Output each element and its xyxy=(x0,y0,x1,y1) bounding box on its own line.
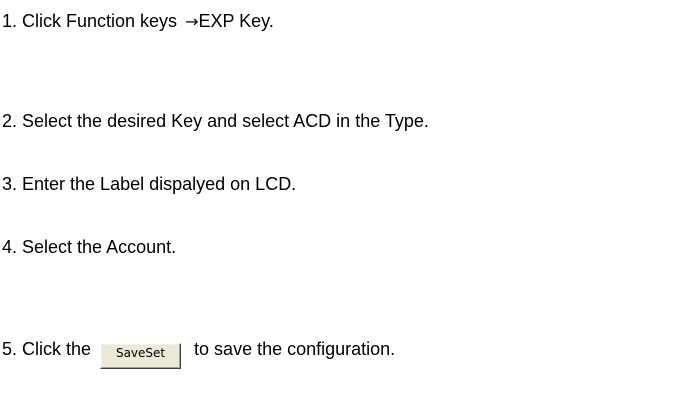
step-4: 4. Select the Account. xyxy=(2,236,176,258)
step-4-text: 4. Select the Account. xyxy=(2,237,177,257)
step-1-target: EXP Key. xyxy=(198,11,274,31)
step-3-text: 3. Enter the Label dispalyed on LCD. xyxy=(2,174,297,194)
step-2: 2. Select the desired Key and select ACD… xyxy=(2,110,429,132)
right-arrow-icon: → xyxy=(185,12,199,31)
step-1: 1. Click Function keys →EXP Key. xyxy=(2,10,274,33)
step-5: 5. Click the SaveSet to save the configura… xyxy=(2,338,395,369)
saveset-button-label: SaveSet xyxy=(115,346,166,360)
step-1-text: 1. Click Function keys xyxy=(2,11,178,31)
step-3: 3. Enter the Label dispalyed on LCD. xyxy=(2,173,296,195)
saveset-button[interactable]: SaveSet xyxy=(100,343,182,369)
step-2-text: 2. Select the desired Key and select ACD… xyxy=(2,111,429,131)
step-5-text: 5. Click the xyxy=(2,339,92,359)
step-5-suffix: to save the configuration. xyxy=(194,339,396,359)
